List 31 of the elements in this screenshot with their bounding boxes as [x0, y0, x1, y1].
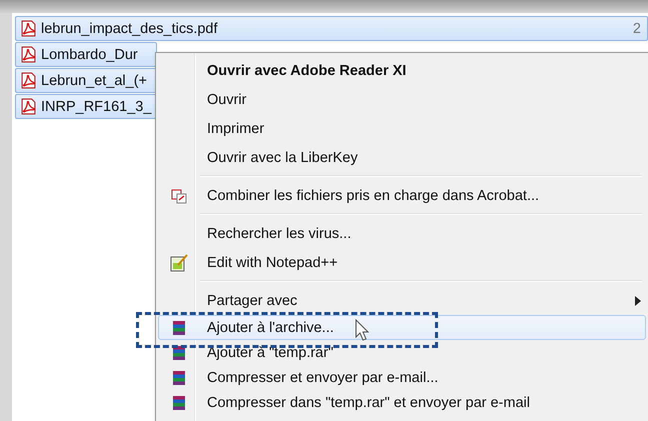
menu-item[interactable]: Compresser et envoyer par e-mail... [158, 365, 646, 390]
menu-item[interactable]: Combiner les fichiers pris en charge dans Acrobat... [158, 181, 646, 210]
books-stack-icon [171, 320, 187, 336]
documents-icon [171, 188, 187, 204]
menu-item[interactable]: Compresser dans "temp.rar" et envoyer par e-mail [158, 390, 646, 415]
file-row[interactable]: lebrun_impact_des_tics.pdf 2 [15, 16, 648, 41]
pdf-file-icon [20, 98, 37, 115]
file-name: lebrun_impact_des_tics.pdf [41, 20, 218, 36]
books-stack-icon [171, 344, 187, 360]
menu-item[interactable]: Imprimer [158, 114, 646, 143]
menu-item[interactable]: Ouvrir avec Adobe Reader XI [158, 56, 646, 85]
books-stack-icon [171, 370, 187, 386]
file-row[interactable]: Lombardo_Dur [15, 42, 157, 67]
menu-item[interactable]: Rechercher les virus... [158, 219, 646, 248]
menu-item[interactable]: Ouvrir [158, 85, 646, 114]
notepad-icon [170, 254, 188, 272]
file-name: INRP_RF161_3_ [41, 98, 152, 114]
mouse-cursor-icon [355, 319, 369, 341]
file-name: Lebrun_et_al_(+ [41, 72, 148, 88]
file-size: 2 [632, 20, 642, 36]
file-row[interactable]: Lebrun_et_al_(+ [15, 68, 157, 93]
pdf-file-icon [20, 72, 37, 89]
menu-item[interactable]: Edit with Notepad++ [158, 248, 646, 277]
menu-item[interactable]: Ajouter à l'archive... [158, 315, 646, 340]
menu-item[interactable]: Ouvrir avec la LiberKey [158, 143, 646, 172]
pdf-file-icon [20, 46, 37, 63]
file-name: Lombardo_Dur [41, 46, 138, 62]
pdf-file-icon [20, 20, 37, 37]
books-stack-icon [171, 394, 187, 410]
menu-item[interactable]: Partager avec [158, 286, 646, 315]
file-row[interactable]: INRP_RF161_3_ [15, 94, 157, 119]
